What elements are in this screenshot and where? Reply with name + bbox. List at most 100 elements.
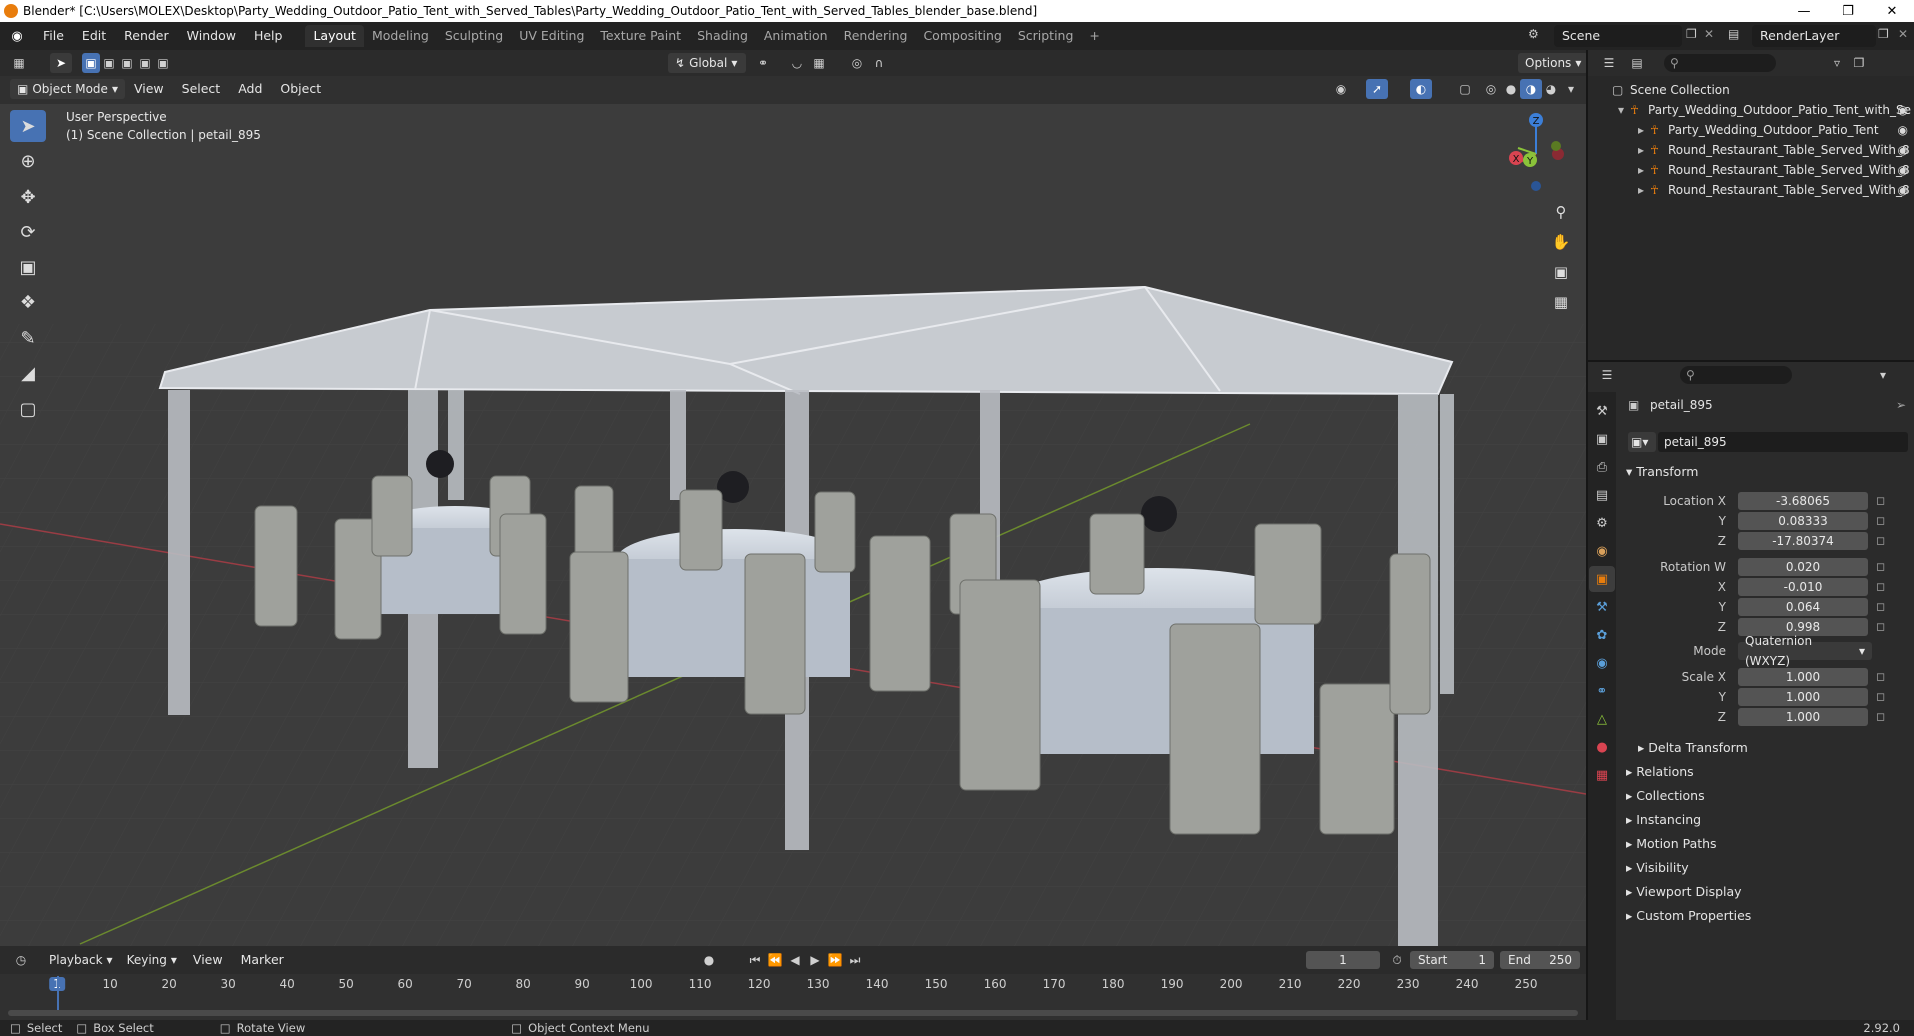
delta-transform-section[interactable]: ▸ Delta Transform	[1638, 738, 1748, 758]
timeline-menu-view[interactable]: View	[184, 946, 232, 974]
collections-section[interactable]: ▸ Collections	[1626, 786, 1705, 806]
timeline-menu-marker[interactable]: Marker	[232, 946, 293, 974]
lock-icon[interactable]: ◻	[1876, 600, 1885, 613]
select-new-icon[interactable]: ▣	[82, 53, 100, 73]
data-tab-icon[interactable]: △	[1589, 706, 1615, 732]
lock-icon[interactable]: ◻	[1876, 690, 1885, 703]
3d-viewport[interactable]: User Perspective (1) Scene Collection | …	[0, 104, 1586, 946]
playback-dropdown[interactable]: Playback ▾	[42, 950, 120, 970]
shading-options-icon[interactable]: ▾	[1560, 79, 1582, 99]
select-invert-icon[interactable]: ▣	[136, 53, 154, 73]
scene-selector[interactable]: Scene	[1554, 25, 1682, 47]
tab-modeling[interactable]: Modeling	[364, 25, 437, 47]
cursor-tool-icon[interactable]: ⊕	[10, 145, 46, 177]
tab-texture-paint[interactable]: Texture Paint	[592, 25, 689, 47]
eye-icon[interactable]: ◉	[1898, 163, 1908, 177]
expand-arrow-icon[interactable]: ▸	[1638, 163, 1650, 177]
world-tab-icon[interactable]: ◉	[1589, 538, 1615, 564]
select-box-tool-icon[interactable]: ➤	[10, 110, 46, 142]
pan-hand-icon[interactable]: ✋	[1547, 228, 1575, 256]
viewport-menu-view[interactable]: View	[125, 75, 173, 103]
outliner-search-input[interactable]: ⚲	[1664, 54, 1776, 72]
tab-shading[interactable]: Shading	[689, 25, 756, 47]
tab-scripting[interactable]: Scripting	[1010, 25, 1082, 47]
render-layer-selector[interactable]: RenderLayer	[1752, 25, 1876, 47]
wireframe-shading-icon[interactable]: ◎	[1480, 79, 1502, 99]
tab-layout[interactable]: Layout	[305, 25, 364, 47]
blender-menu-icon[interactable]: ◉	[8, 28, 26, 44]
jump-end-icon[interactable]: ⏭	[844, 950, 866, 970]
menu-render[interactable]: Render	[115, 22, 178, 50]
timeline-ruler[interactable]: 1102030405060708090100110120130140150160…	[0, 974, 1586, 1020]
object-datablock-field[interactable]: petail_895	[1658, 432, 1908, 452]
lock-icon[interactable]: ◻	[1876, 560, 1885, 573]
texture-tab-icon[interactable]: ▦	[1589, 762, 1615, 788]
editor-type-icon[interactable]: ▦	[8, 53, 30, 73]
properties-editor-icon[interactable]: ☰	[1596, 365, 1618, 385]
outliner-editor-icon[interactable]: ☰	[1598, 53, 1620, 73]
next-keyframe-icon[interactable]: ⏩	[824, 950, 846, 970]
filter-icon[interactable]: ▿	[1826, 53, 1848, 73]
material-tab-icon[interactable]: ●	[1589, 734, 1615, 760]
visibility-section[interactable]: ▸ Visibility	[1626, 858, 1689, 878]
eye-icon[interactable]: ◉	[1898, 103, 1908, 117]
rotate-tool-icon[interactable]: ⟳	[10, 216, 46, 248]
output-tab-icon[interactable]: ⎙	[1589, 454, 1615, 480]
scene-tab-icon[interactable]: ⚙	[1589, 510, 1615, 536]
location-y-field[interactable]: 0.08333	[1738, 512, 1868, 530]
current-frame-field[interactable]: 1	[1306, 951, 1380, 969]
custom-properties-section[interactable]: ▸ Custom Properties	[1626, 906, 1751, 926]
ortho-grid-icon[interactable]: ▦	[1547, 288, 1575, 316]
scale-tool-icon[interactable]: ▣	[10, 251, 46, 283]
view-layer-tab-icon[interactable]: ▤	[1589, 482, 1615, 508]
outliner-item[interactable]: ▸ ☥ Round_Restaurant_Table_Served_With_8…	[1588, 140, 1914, 160]
solid-shading-icon[interactable]: ●	[1500, 79, 1522, 99]
eye-icon[interactable]: ◉	[1898, 123, 1908, 137]
lock-icon[interactable]: ◻	[1876, 514, 1885, 527]
select-intersect-icon[interactable]: ▣	[154, 53, 172, 73]
transform-tool-icon[interactable]: ❖	[10, 286, 46, 318]
outliner-item[interactable]: ▸ ☥ Party_Wedding_Outdoor_Patio_Tent ◉	[1588, 120, 1914, 140]
select-tool-icon[interactable]: ➤	[50, 53, 72, 73]
scale-x-field[interactable]: 1.000	[1738, 668, 1868, 686]
datablock-type-icon[interactable]: ▣▾	[1628, 432, 1656, 452]
lock-icon[interactable]: ◻	[1876, 580, 1885, 593]
expand-arrow-icon[interactable]: ▸	[1638, 143, 1650, 157]
collapse-arrow-icon[interactable]: ▾	[1618, 103, 1630, 117]
add-workspace-button[interactable]: +	[1081, 25, 1107, 47]
timeline-editor-icon[interactable]: ◷	[10, 950, 32, 970]
eye-icon[interactable]: ◉	[1898, 183, 1908, 197]
tab-sculpting[interactable]: Sculpting	[437, 25, 511, 47]
transform-orientation-dropdown[interactable]: ↯ Global ▾	[668, 53, 746, 73]
navigation-gizmo[interactable]: Z X Y	[1496, 108, 1576, 198]
keying-dropdown[interactable]: Keying ▾	[120, 950, 184, 970]
gizmo-toggle-icon[interactable]: ➚	[1366, 79, 1388, 99]
zoom-icon[interactable]: ⚲	[1547, 198, 1575, 226]
relations-section[interactable]: ▸ Relations	[1626, 762, 1694, 782]
transform-panel-header[interactable]: ▾ Transform	[1626, 462, 1698, 482]
delete-layer-icon[interactable]: ✕	[1898, 27, 1908, 41]
lock-icon[interactable]: ◻	[1876, 620, 1885, 633]
play-reverse-icon[interactable]: ◀	[784, 950, 806, 970]
tab-compositing[interactable]: Compositing	[915, 25, 1009, 47]
view-layer-icon[interactable]: ▤	[1728, 27, 1739, 41]
lock-icon[interactable]: ◻	[1876, 494, 1885, 507]
rotation-x-field[interactable]: -0.010	[1738, 578, 1868, 596]
camera-view-icon[interactable]: ▣	[1547, 258, 1575, 286]
jump-start-icon[interactable]: ⏮	[744, 950, 766, 970]
menu-help[interactable]: Help	[245, 22, 292, 50]
close-icon[interactable]: ✕	[1870, 0, 1914, 22]
outliner-scene-collection[interactable]: ▢ Scene Collection	[1588, 80, 1914, 100]
expand-arrow-icon[interactable]: ▸	[1638, 123, 1650, 137]
location-x-field[interactable]: -3.68065	[1738, 492, 1868, 510]
rotation-mode-dropdown[interactable]: Quaternion (WXYZ) ▾	[1738, 634, 1872, 668]
select-extend-icon[interactable]: ▣	[100, 53, 118, 73]
measure-tool-icon[interactable]: ◢	[10, 357, 46, 389]
minimize-icon[interactable]: —	[1782, 0, 1826, 22]
lock-icon[interactable]: ◻	[1876, 670, 1885, 683]
properties-options-icon[interactable]: ▾	[1872, 365, 1894, 385]
outliner-item[interactable]: ▸ ☥ Round_Restaurant_Table_Served_With_8…	[1588, 180, 1914, 200]
lock-icon[interactable]: ◻	[1876, 710, 1885, 723]
viewport-display-section[interactable]: ▸ Viewport Display	[1626, 882, 1742, 902]
outliner-item[interactable]: ▸ ☥ Round_Restaurant_Table_Served_With_8…	[1588, 160, 1914, 180]
